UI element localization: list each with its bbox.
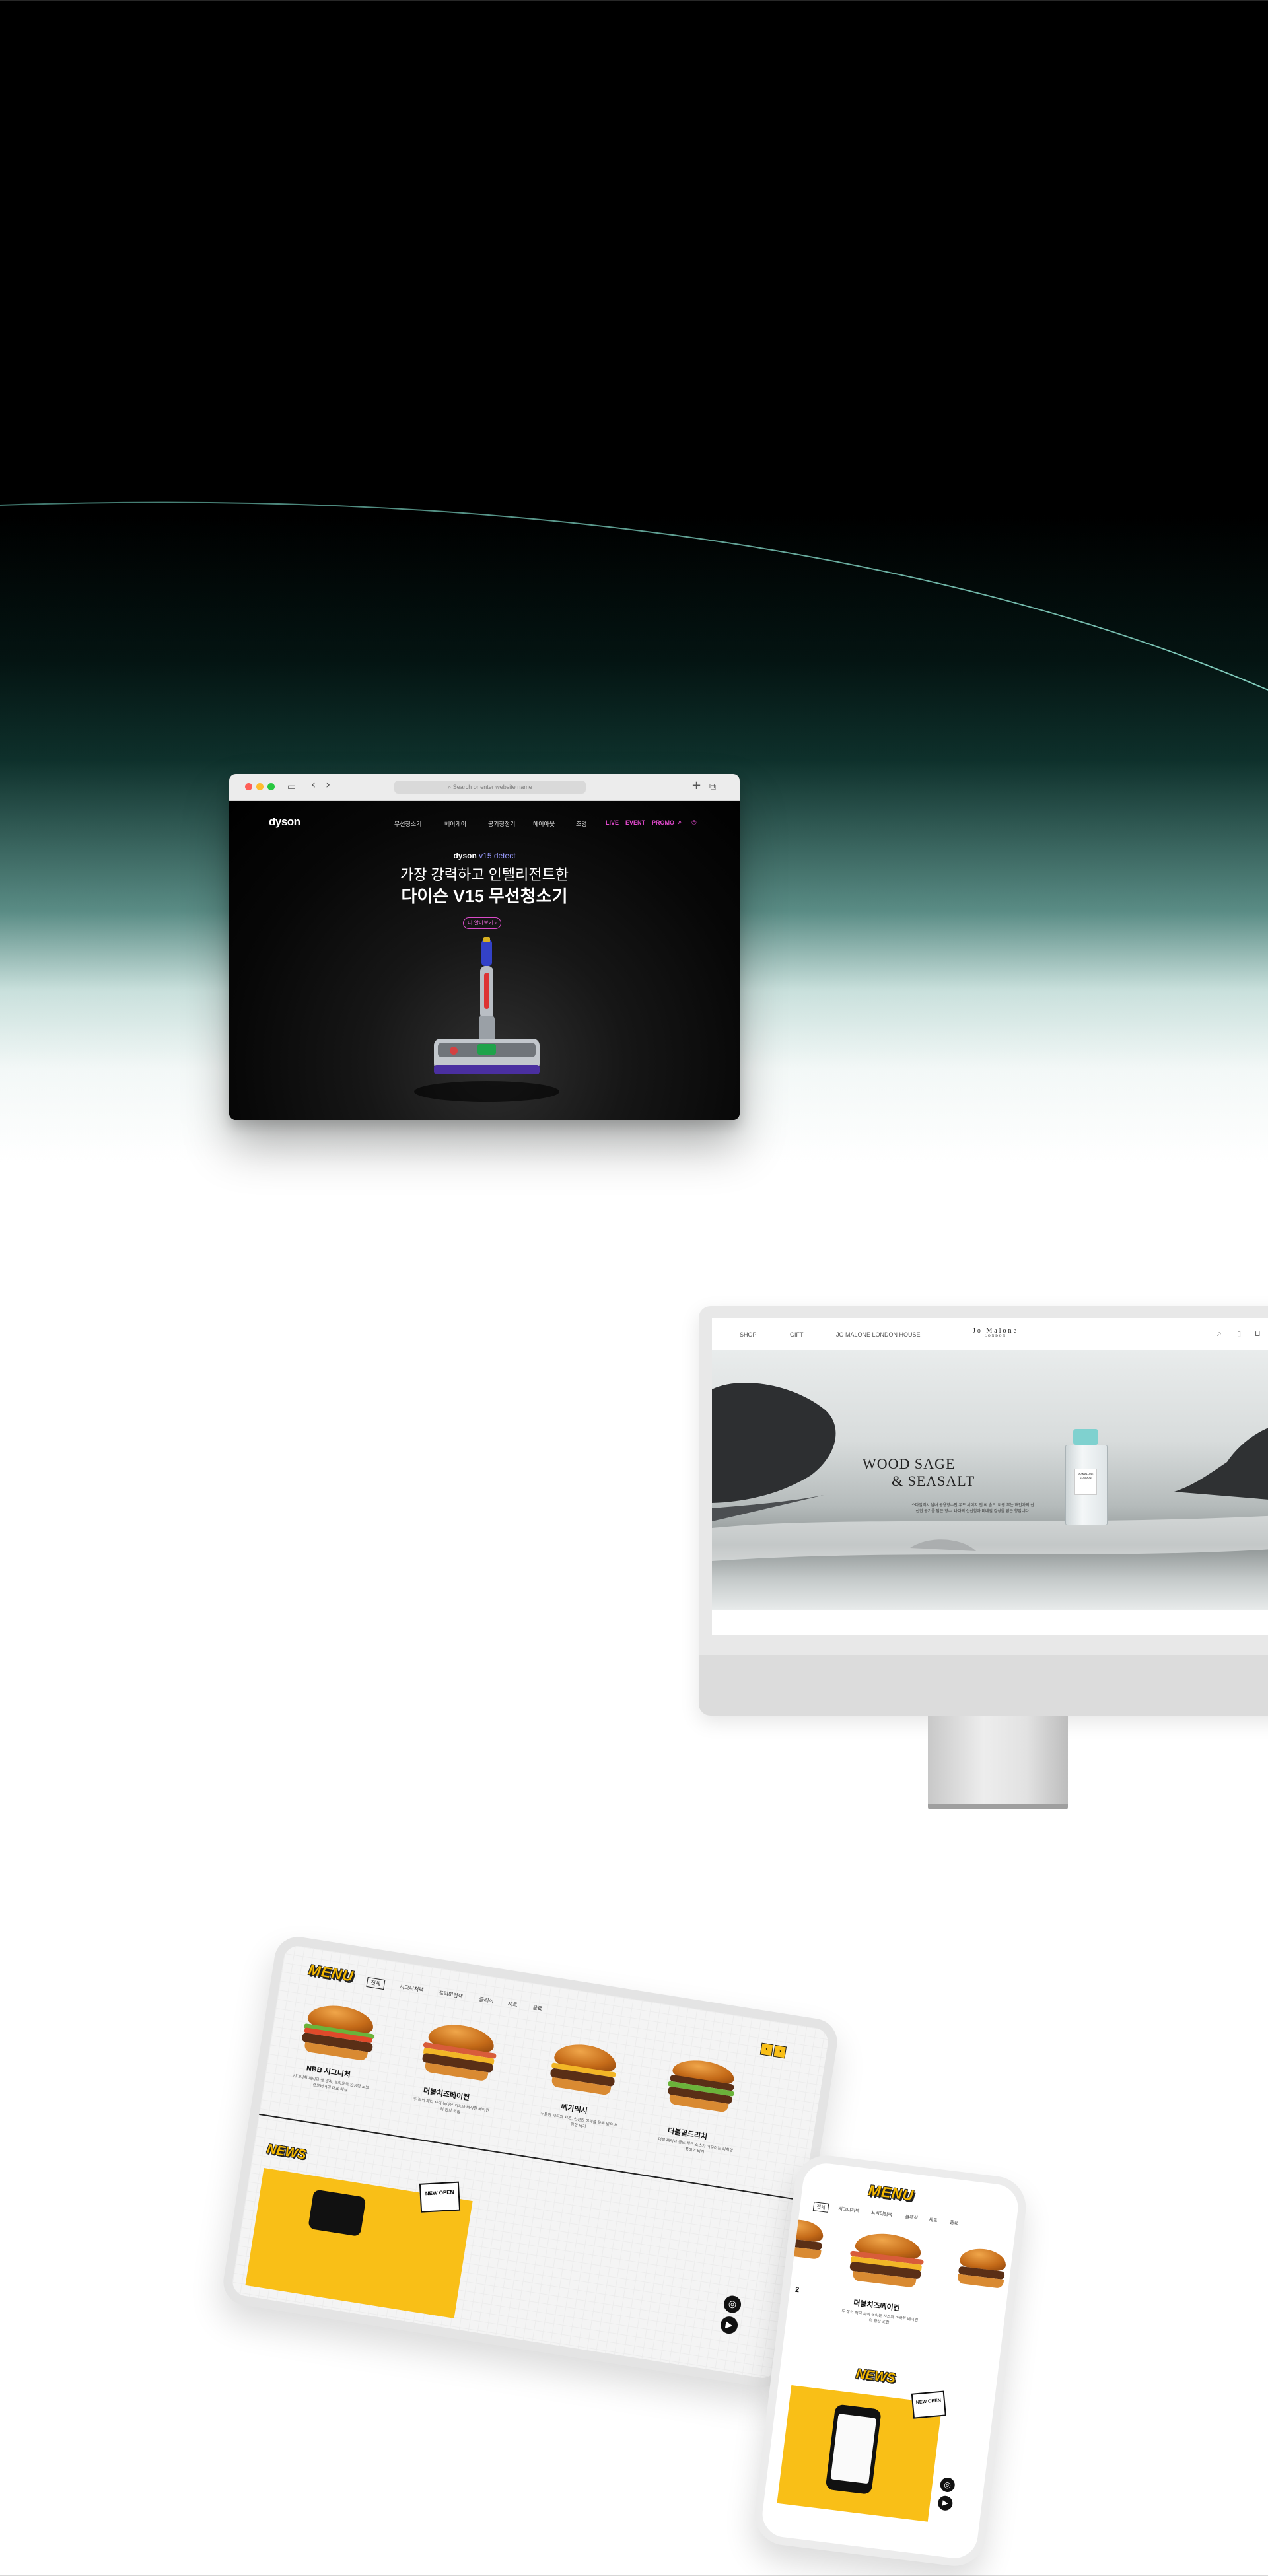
browser-toolbar: ▭ ‹ › ⌕ Search or enter website name + ⧉ [229,774,740,801]
search-icon: ⌕ [448,784,453,790]
vacuum-product-image [414,937,559,1102]
prev-arrow-button[interactable]: ‹ [759,2042,774,2057]
nav-item-lighting[interactable]: 조명 [576,819,587,828]
learn-more-button[interactable]: 더 알아보기 › [463,917,501,929]
new-tab-icon[interactable]: + [691,780,701,792]
tab-set[interactable]: 세트 [507,2000,518,2009]
nav-item-hairout[interactable]: 헤어아웃 [533,819,555,828]
nav-item-event[interactable]: EVENT [625,819,645,826]
nav-item-live[interactable]: LIVE [606,819,619,826]
hero-headline: 가장 강력하고 인텔리전트한 [400,866,569,883]
imac-stand [928,1716,1068,1807]
jomalone-page: SHOP GIFT JO MALONE LONDON HOUSE Jo Malo… [712,1318,1268,1635]
product-model-line: dyson v15 detect [229,851,740,860]
jomalone-logo[interactable]: Jo Malone LONDON [973,1327,1018,1338]
dyson-logo[interactable]: dyson [269,816,300,829]
hero-banner: WOOD SAGE & SEASALT 스타일리시 남녀 공용향수인 우드 세이… [712,1350,1268,1610]
tab-overview-icon[interactable]: ⧉ [709,781,716,793]
product-model: v15 detect [479,851,516,860]
tab-signature[interactable]: 시그니처팩 [838,2206,860,2215]
zoom-window-button[interactable] [267,783,275,790]
address-bar[interactable]: ⌕ Search or enter website name [394,781,586,794]
nav-item-promo[interactable]: PROMO [652,819,674,826]
close-window-button[interactable] [245,783,252,790]
new-open-badge: NEW OPEN [419,2181,461,2213]
back-icon[interactable]: ‹ [311,779,316,791]
nav-item-cordless[interactable]: 무선청소기 [394,819,421,828]
burger-image [844,2229,929,2294]
nav-gift[interactable]: GIFT [790,1331,804,1338]
search-icon[interactable]: ⌕ [678,819,682,826]
bookmark-icon[interactable]: ▯ [1237,1329,1241,1338]
burger-image [660,2056,742,2126]
product-brand: dyson [453,851,477,860]
user-icon[interactable]: ◎ [691,819,697,826]
dyson-browser-window: ▭ ‹ › ⌕ Search or enter website name + ⧉… [229,774,740,1120]
address-placeholder: Search or enter website name [452,784,532,790]
hero-description: 스타일리시 남녀 공용향수인 우드 세이지 앤 씨 솔트. 바람 부는 해안가의… [911,1504,1034,1514]
imac-chin [699,1655,1268,1716]
tab-set[interactable]: 세트 [929,2217,938,2224]
hero-title: 다이슨 V15 무선청소기 [401,886,568,906]
logo-line-1: Jo Malone [973,1327,1018,1335]
nav-item-purifier[interactable]: 공기청정기 [488,819,515,828]
tablet-burger-page: MENU 전체 시그니처팩 프리미엄팩 클래식 세트 음료 ‹ › NBB 시그… [220,1933,841,2390]
tab-drink[interactable]: 음료 [532,2004,543,2013]
item-name[interactable]: 2 [794,2286,800,2295]
tab-all[interactable]: 전체 [812,2202,829,2213]
new-open-badge: NEW OPEN [911,2390,946,2419]
bottle-label: JO MALONE LONDON [1074,1469,1097,1495]
menu-title: MENU [867,2182,915,2204]
minimize-window-button[interactable] [256,783,264,790]
hero-title-line2: & SEASALT [892,1473,975,1489]
burger-image [955,2246,1008,2305]
youtube-icon[interactable]: ▶ [937,2495,954,2512]
hero-title-line1: WOOD SAGE [863,1455,956,1472]
nav-shop[interactable]: SHOP [740,1331,757,1338]
sidebar-icon[interactable]: ▭ [287,781,296,793]
phone-news-image [308,2189,367,2237]
horizon-arc [0,501,1268,691]
next-arrow-button[interactable]: › [773,2044,787,2059]
tab-drink[interactable]: 음료 [950,2219,959,2226]
phone-news-image [825,2404,882,2495]
instagram-icon[interactable]: ◎ [939,2476,956,2493]
nav-house[interactable]: JO MALONE LONDON HOUSE [836,1331,921,1338]
phone-burger-page: MENU 전체 시그니처팩 프리미엄팩 클래식 세트 음료 2 더블치즈베이컨 … [751,2151,1030,2570]
forward-icon[interactable]: › [326,779,330,791]
perfume-bottle-image: JO MALONE LONDON [1065,1429,1108,1528]
imac-stand-foot [928,1804,1068,1809]
item-desc: 두 장의 패티 사이 녹아든 치즈와 바삭한 베이컨의 환상 조합 [841,2309,919,2326]
imac-display: SHOP GIFT JO MALONE LONDON HOUSE Jo Malo… [699,1306,1268,1716]
bag-icon[interactable]: ⊔ [1255,1329,1261,1338]
news-title: NEWS [855,2366,897,2386]
nav-item-haircare[interactable]: 헤어케어 [444,819,466,828]
tab-classic[interactable]: 클래식 [905,2213,918,2221]
logo-line-2: LONDON [984,1335,1007,1338]
dyson-page: dyson 무선청소기 헤어케어 공기청정기 헤어아웃 조명 LIVE EVEN… [229,801,740,1120]
rock-seascape-image [712,1383,1268,1561]
search-icon[interactable]: ⌕ [1217,1329,1222,1339]
tab-premium[interactable]: 프리미엄팩 [870,2210,893,2219]
